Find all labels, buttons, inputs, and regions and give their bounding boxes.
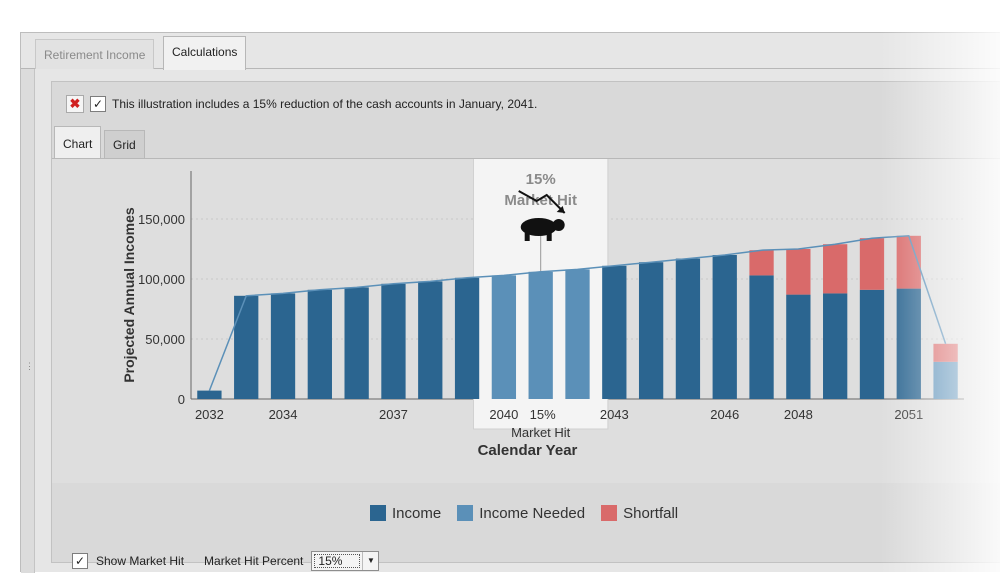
bear-head [552, 219, 565, 231]
bar-income [381, 283, 406, 399]
bar-income [602, 265, 627, 399]
legend-item-income: Income [370, 505, 441, 522]
splitter-strip[interactable]: ⋮ [21, 69, 35, 573]
market-hit-percent: 15% [526, 171, 556, 188]
chevron-down-icon[interactable]: ▼ [362, 552, 378, 570]
bar-income [859, 289, 885, 399]
legend-swatch-shortfall [601, 505, 618, 521]
bar-shortfall [933, 343, 958, 362]
bear-leg [524, 231, 530, 241]
legend-swatch-income-needed [457, 505, 474, 521]
bar-income [234, 295, 259, 399]
chart-legend: Income Income Needed Shortfall [370, 502, 678, 524]
notice-checkbox[interactable]: ✓ [90, 96, 106, 112]
market-hit-percent-select[interactable]: 15% ▼ [311, 551, 380, 571]
notice-text: This illustration includes a 15% reducti… [112, 97, 538, 111]
legend-swatch-income [370, 505, 386, 521]
bar-income-needed [565, 269, 590, 399]
bar-income [638, 262, 664, 399]
tab-chart[interactable]: Chart [54, 126, 102, 159]
tab-retirement-income[interactable]: Retirement Income [35, 39, 155, 69]
y-tick-label: 0 [178, 392, 185, 407]
bar-income-needed [491, 275, 517, 399]
bar-income [823, 293, 848, 399]
x-tick-label: 2043 [600, 407, 629, 422]
tab-grid[interactable]: Grid [104, 130, 145, 158]
x-tick-label: 2034 [269, 407, 298, 422]
market-hit-percent-label: Market Hit Percent [204, 554, 304, 568]
bar-income [749, 275, 774, 399]
bar-income [454, 277, 480, 399]
bar-shortfall [823, 244, 848, 294]
bear-leg [546, 231, 552, 241]
bar-income-needed [933, 361, 958, 399]
x-tick-label: 2037 [379, 407, 408, 422]
market-hit-percent-value: 15% [314, 554, 361, 568]
bar-income [712, 255, 737, 399]
bar-income [307, 289, 332, 399]
calculations-panel: ✖ ✓ This illustration includes a 15% red… [51, 81, 1000, 571]
show-market-hit-label: Show Market Hit [96, 554, 185, 568]
bar-income [270, 293, 296, 399]
legend-item-shortfall: Shortfall [601, 505, 678, 522]
main-tabbar: Retirement Income Calculations [21, 33, 1000, 70]
chart-area: 0 50,000 100,000 150,000 2032 2034 2037 2040 204… [52, 152, 1000, 483]
bar-shortfall [859, 238, 885, 290]
legend-label-income: Income [392, 504, 442, 522]
x-tick-label: 2051 [894, 407, 923, 422]
market-hit-title: Market Hit [504, 192, 577, 209]
x-axis-title: Calendar Year [478, 442, 578, 459]
remove-icon[interactable]: ✖ [66, 95, 84, 113]
x-tick-label: 2048 [784, 407, 813, 422]
y-tick-label: 50,000 [145, 332, 185, 347]
tab-calculations[interactable]: Calculations [163, 36, 247, 70]
x-tick-label: 2040 [489, 407, 518, 422]
bar-income [675, 258, 701, 399]
bar-shortfall [786, 249, 811, 295]
y-axis-title: Projected Annual Incomes [121, 207, 137, 383]
splitter-grip-icon[interactable]: ⋮ [25, 362, 34, 375]
legend-item-income-needed: Income Needed [457, 505, 585, 522]
bar-income [197, 390, 222, 399]
chart-controls: ✓ Show Market Hit Market Hit Percent 15%… [72, 549, 380, 573]
bar-income [786, 294, 811, 399]
y-tick-label: 150,000 [138, 212, 185, 227]
bar-income-needed [528, 271, 553, 399]
x-tick-label: 2032 [195, 407, 224, 422]
bar-income [896, 288, 921, 399]
view-subtabs: Chart Grid [52, 126, 1000, 159]
bar-shortfall [749, 250, 774, 276]
legend-label-income-needed: Income Needed [479, 504, 586, 522]
market-hit-axis-label: Market Hit [511, 425, 571, 440]
show-market-hit-checkbox[interactable]: ✓ [72, 553, 88, 569]
x-tick-label: 2046 [710, 407, 739, 422]
y-tick-label: 100,000 [138, 272, 185, 287]
market-hit-axis-percent: 15% [530, 407, 556, 422]
app-window: Retirement Income Calculations ⋮ ✖ ✓ Thi… [20, 32, 1000, 573]
legend-label-shortfall: Shortfall [623, 504, 679, 522]
bar-income [344, 287, 369, 399]
income-chart: 0 50,000 100,000 150,000 2032 2034 2037 2040 204… [121, 152, 964, 459]
market-hit-notice: ✖ ✓ This illustration includes a 15% red… [66, 94, 537, 114]
bar-income [418, 281, 443, 399]
